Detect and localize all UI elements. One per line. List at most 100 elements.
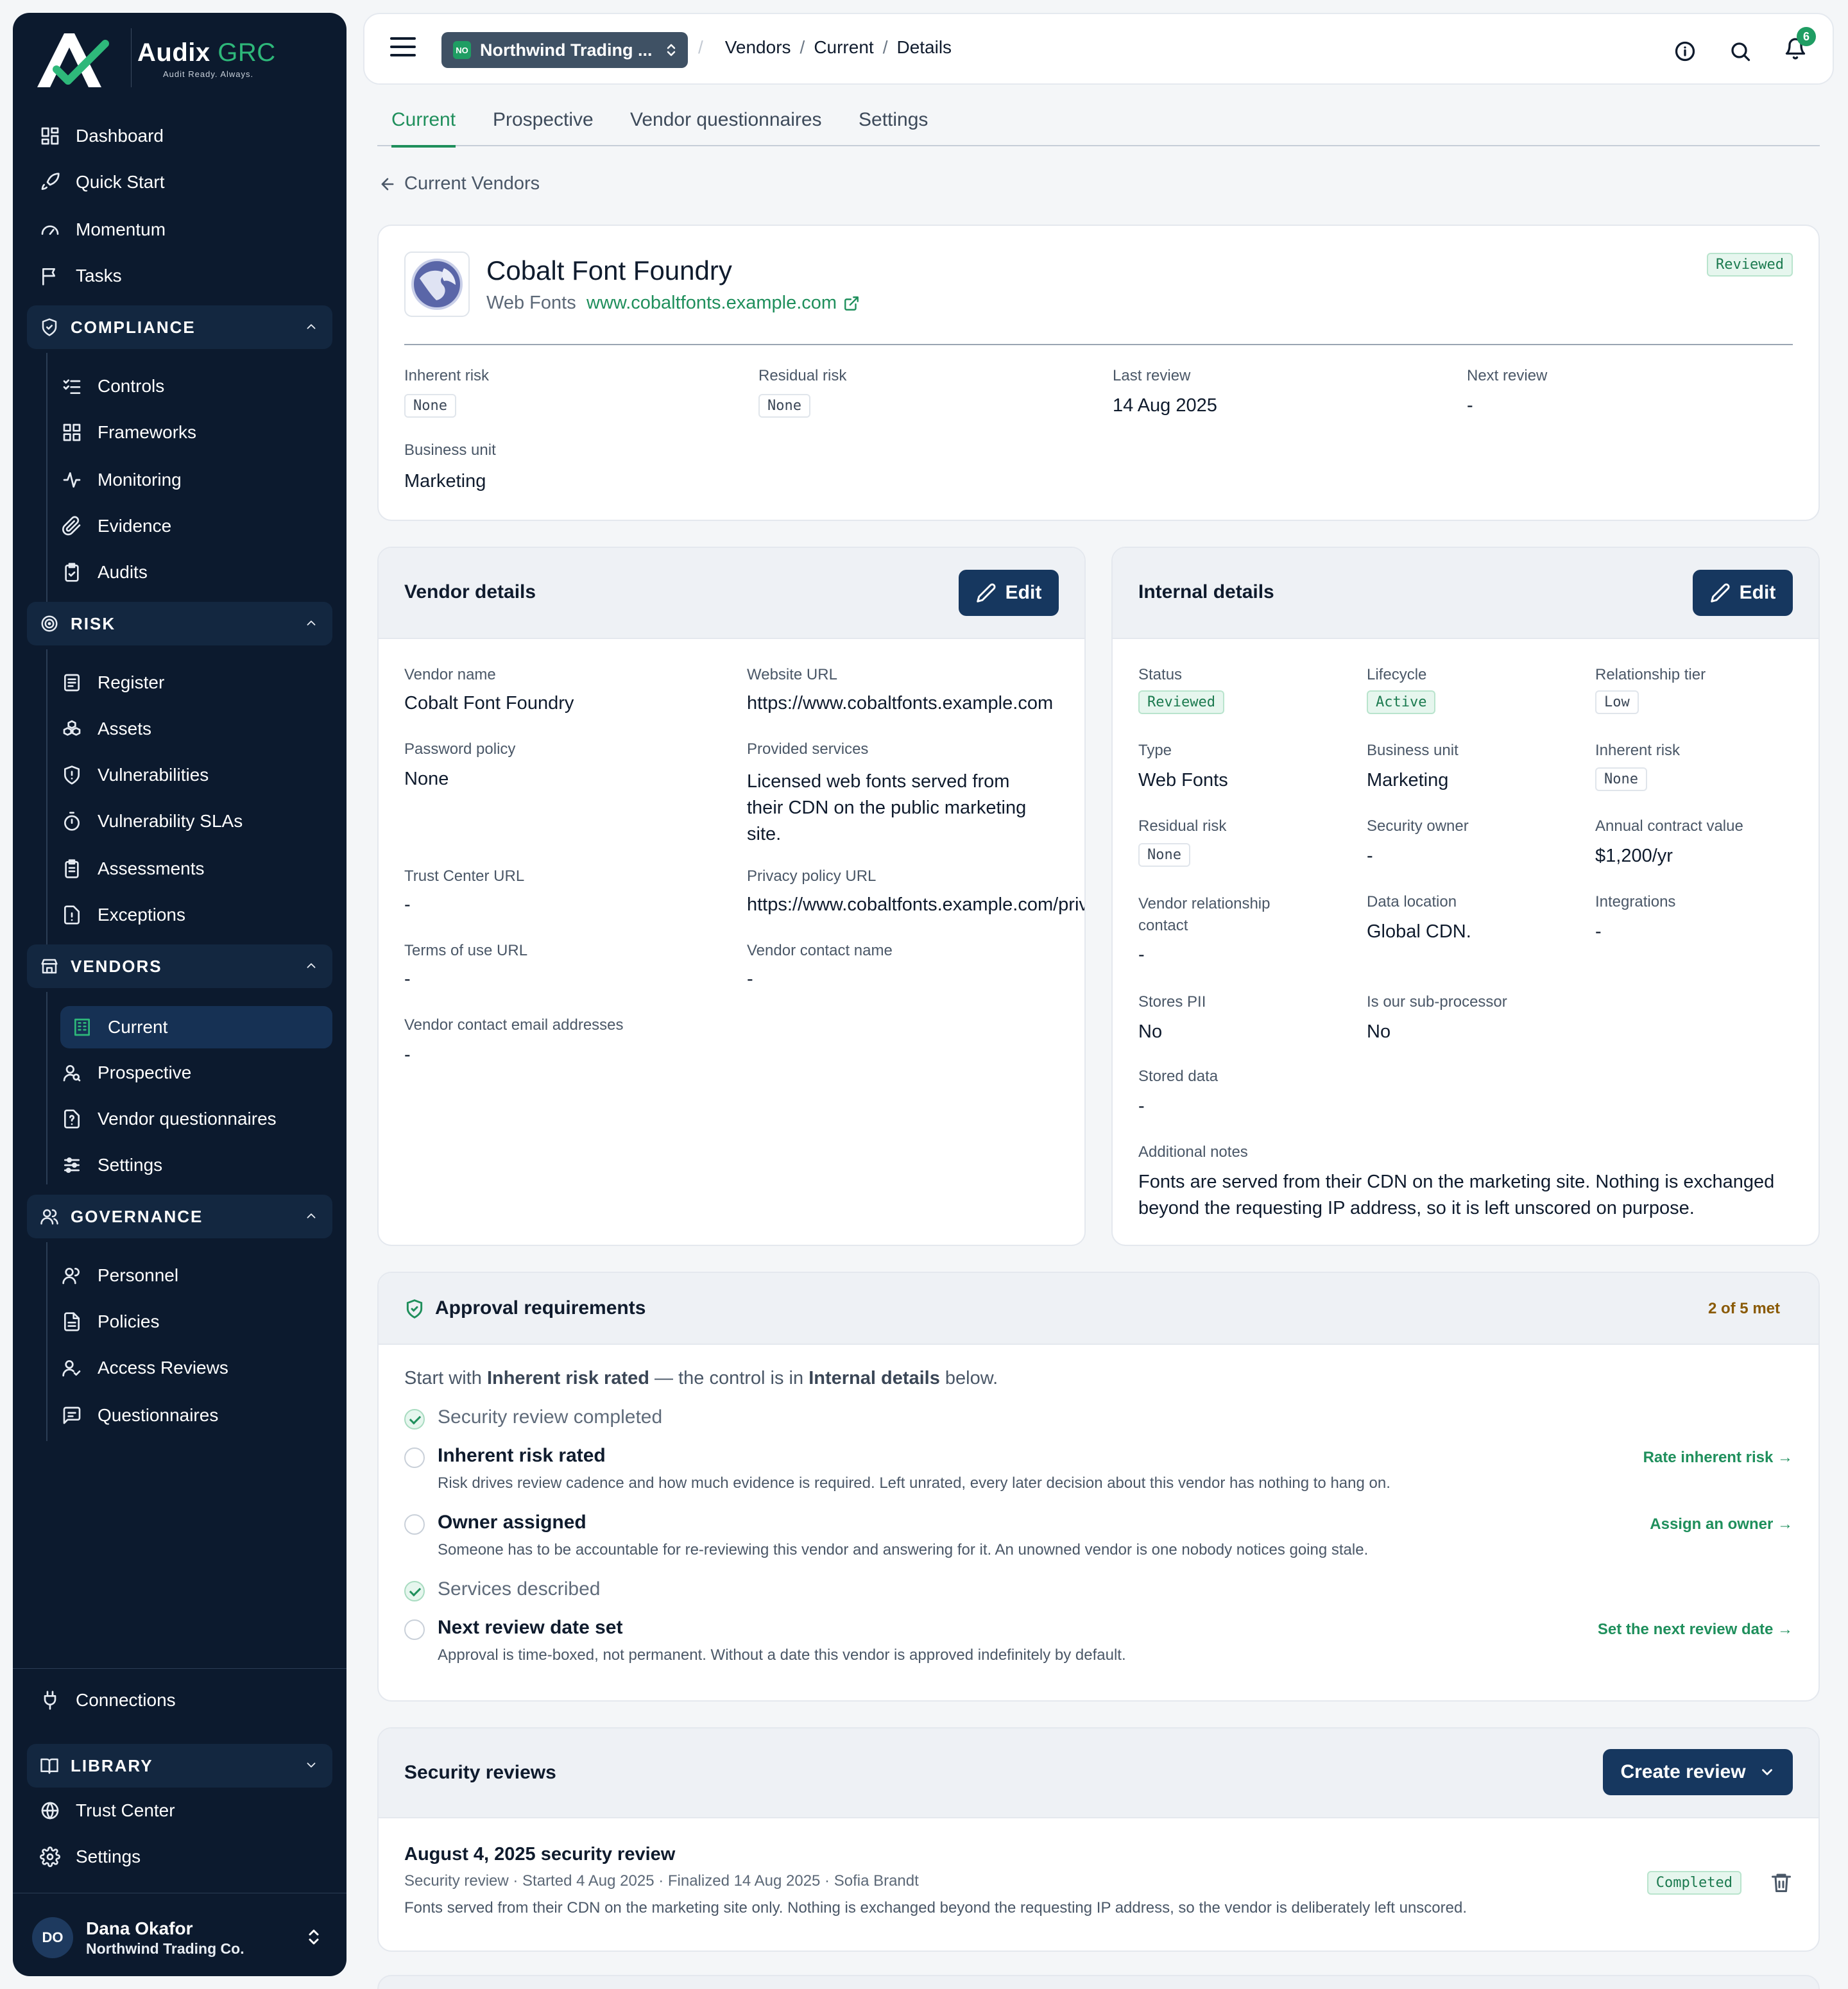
- sidebar-item-monitoring[interactable]: Monitoring: [60, 462, 330, 498]
- sidebar-item-evidence[interactable]: Evidence: [60, 508, 330, 544]
- sidebar-item-frameworks[interactable]: Frameworks: [60, 414, 330, 450]
- back-link[interactable]: Current Vendors: [379, 173, 540, 194]
- brand-tagline: Audit Ready. Always.: [163, 69, 254, 79]
- section-library[interactable]: LIBRARY: [27, 1744, 332, 1788]
- section-risk[interactable]: RISK: [27, 602, 332, 645]
- sidebar-item-register[interactable]: Register: [60, 665, 330, 701]
- review-meta: Security review · Started 4 Aug 2025 · F…: [404, 1872, 919, 1890]
- tab-current[interactable]: Current: [391, 109, 456, 148]
- sidebar-item-audits[interactable]: Audits: [60, 554, 330, 590]
- plug-icon: [38, 1689, 62, 1712]
- sidebar-item-dashboard[interactable]: Dashboard: [38, 118, 334, 154]
- assign-owner-link[interactable]: Assign an owner →: [1650, 1515, 1793, 1533]
- breadcrumb-current[interactable]: Current: [814, 37, 873, 58]
- vendor-website: www.cobaltfonts.example.com: [586, 293, 837, 313]
- sidebar-item-personnel[interactable]: Personnel: [60, 1258, 330, 1293]
- rocket-icon: [38, 171, 62, 194]
- website-value: https://www.cobaltfonts.example.com: [747, 693, 1054, 713]
- radar-icon: [41, 615, 58, 632]
- sidebar-item-label: Assessments: [98, 858, 205, 878]
- sidebar-item-assets[interactable]: Assets: [60, 711, 330, 747]
- info-icon[interactable]: [1673, 40, 1697, 63]
- shield-check-icon: [42, 318, 57, 336]
- sidebar-item-vulnerability-slas[interactable]: Vulnerability SLAs: [60, 803, 330, 839]
- sidebar-item-momentum[interactable]: Momentum: [38, 212, 334, 248]
- sidebar-item-assessments[interactable]: Assessments: [60, 851, 330, 887]
- edit-vendor-details-button[interactable]: Edit: [959, 570, 1059, 616]
- requirement-title: Owner assigned: [438, 1512, 586, 1533]
- sidebar-item-vendor-questionnaires[interactable]: Vendor questionnaires: [60, 1101, 330, 1137]
- business-unit-label: Business unit: [404, 441, 496, 459]
- sidebar-item-current[interactable]: Current: [60, 1006, 332, 1048]
- sidebar-item-label: Access Reviews: [98, 1358, 228, 1378]
- user-search-icon: [60, 1061, 83, 1084]
- services-label: Provided services: [747, 740, 869, 758]
- sidebar-item-controls[interactable]: Controls: [60, 368, 330, 404]
- trust-center-value: -: [404, 894, 411, 915]
- internal-details-card: Internal details Edit Status Reviewed Li…: [1111, 547, 1820, 1246]
- next-review-label: Next review: [1467, 367, 1548, 384]
- notifications-button[interactable]: 6: [1784, 27, 1816, 65]
- lifecycle-label: Lifecycle: [1367, 666, 1427, 683]
- sidebar-item-exceptions[interactable]: Exceptions: [60, 897, 330, 933]
- sidebar-item-connections[interactable]: Connections: [38, 1682, 334, 1718]
- sidebar-item-label: Dashboard: [76, 126, 164, 146]
- set-next-review-link[interactable]: Set the next review date →: [1598, 1621, 1793, 1639]
- intro-highlight: Inherent risk rated: [486, 1368, 649, 1388]
- globe-icon: [411, 259, 463, 310]
- menu-icon[interactable]: [390, 37, 416, 62]
- sidebar-item-quick-start[interactable]: Quick Start: [38, 164, 334, 200]
- sidebar-item-tasks[interactable]: Tasks: [38, 258, 334, 294]
- chevron-updown-icon: [667, 44, 676, 56]
- edit-internal-details-button[interactable]: Edit: [1693, 570, 1793, 616]
- section-governance[interactable]: GOVERNANCE: [27, 1195, 332, 1238]
- sidebar-item-policies[interactable]: Policies: [60, 1304, 330, 1340]
- requirement-row: Security review completed: [404, 1406, 1793, 1438]
- pencil-icon: [976, 583, 996, 602]
- tab-vendor-questionnaires[interactable]: Vendor questionnaires: [630, 109, 822, 146]
- org-switcher[interactable]: NO Northwind Trading ...: [441, 32, 688, 68]
- review-title: August 4, 2025 security review: [404, 1844, 676, 1865]
- sidebar-item-prospective[interactable]: Prospective: [60, 1055, 330, 1091]
- sidebar-item-questionnaires[interactable]: Questionnaires: [60, 1397, 330, 1433]
- breadcrumb-separator: /: [882, 37, 888, 57]
- trash-icon[interactable]: [1770, 1871, 1793, 1894]
- tab-settings[interactable]: Settings: [859, 109, 928, 146]
- sidebar-item-access-reviews[interactable]: Access Reviews: [60, 1350, 330, 1386]
- section-compliance[interactable]: COMPLIANCE: [27, 305, 332, 349]
- topbar: NO Northwind Trading ... / Vendors / Cur…: [363, 13, 1834, 85]
- grid-icon: [60, 421, 83, 444]
- vendor-website-link[interactable]: www.cobaltfonts.example.com: [586, 293, 860, 314]
- lifecycle-value: Active: [1367, 690, 1436, 714]
- integrations-label: Integrations: [1595, 893, 1676, 910]
- sidebar-item-settings[interactable]: Settings: [38, 1839, 334, 1875]
- logo[interactable]: Audix GRC Audit Ready. Always.: [35, 19, 330, 90]
- link-label: Assign an owner: [1650, 1515, 1774, 1533]
- vendor-tabs: Current Prospective Vendor questionnaire…: [377, 104, 1820, 148]
- sidebar-item-label: Vendor questionnaires: [98, 1109, 277, 1129]
- users-icon: [40, 1209, 58, 1225]
- store-icon: [41, 959, 58, 974]
- breadcrumb-vendors[interactable]: Vendors: [725, 37, 791, 58]
- contract-value: $1,200/yr: [1595, 846, 1673, 866]
- last-review-label: Last review: [1113, 367, 1191, 384]
- notes-label: Additional notes: [1138, 1143, 1248, 1161]
- sidebar-item-trust-center[interactable]: Trust Center: [38, 1793, 334, 1829]
- timer-icon: [60, 810, 83, 833]
- arrow-left-icon: [381, 178, 394, 190]
- sidebar-item-vulnerabilities[interactable]: Vulnerabilities: [60, 757, 330, 793]
- sidebar-item-label: Settings: [98, 1155, 163, 1175]
- tab-prospective[interactable]: Prospective: [493, 109, 594, 146]
- intro-text: Start with: [404, 1368, 487, 1388]
- search-icon[interactable]: [1729, 40, 1752, 63]
- tree-line: [46, 1242, 47, 1441]
- brand-name: Audix: [137, 38, 210, 67]
- section-vendors[interactable]: VENDORS: [27, 944, 332, 988]
- rate-inherent-risk-link[interactable]: Rate inherent risk →: [1643, 1449, 1793, 1467]
- sidebar-item-label: Settings: [76, 1847, 141, 1866]
- list-check-icon: [60, 375, 83, 398]
- create-review-button[interactable]: Create review: [1603, 1749, 1793, 1795]
- sidebar-item-vendor-settings[interactable]: Settings: [60, 1147, 330, 1183]
- user-menu[interactable]: DO Dana Okafor Northwind Trading Co.: [32, 1912, 334, 1963]
- integrations-value: -: [1595, 921, 1602, 942]
